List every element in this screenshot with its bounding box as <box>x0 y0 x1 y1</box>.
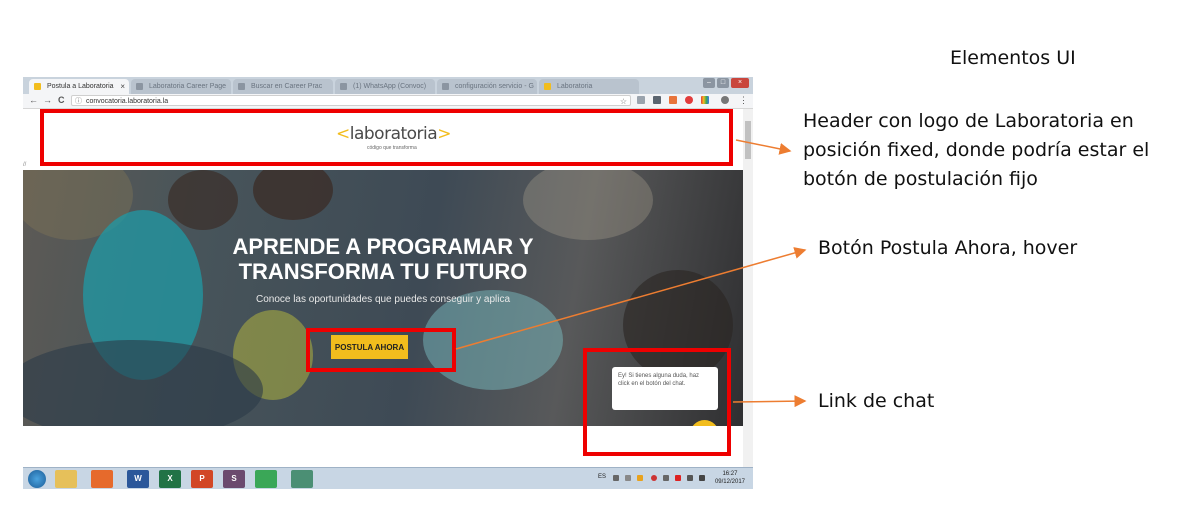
header-annotation: Header con logo de Laboratoria en posici… <box>803 107 1149 194</box>
annotation-line: posición fixed, donde podría estar el <box>803 139 1150 161</box>
chat-arrow <box>732 395 807 408</box>
annotation-line: Header con logo de Laboratoria en <box>803 110 1134 132</box>
button-arrow <box>455 247 807 350</box>
annotation-line: botón de postulación fijo <box>803 168 1038 190</box>
header-arrow <box>735 139 792 155</box>
button-annotation: Botón Postula Ahora, hover <box>818 237 1078 259</box>
chat-annotation: Link de chat <box>818 390 935 412</box>
